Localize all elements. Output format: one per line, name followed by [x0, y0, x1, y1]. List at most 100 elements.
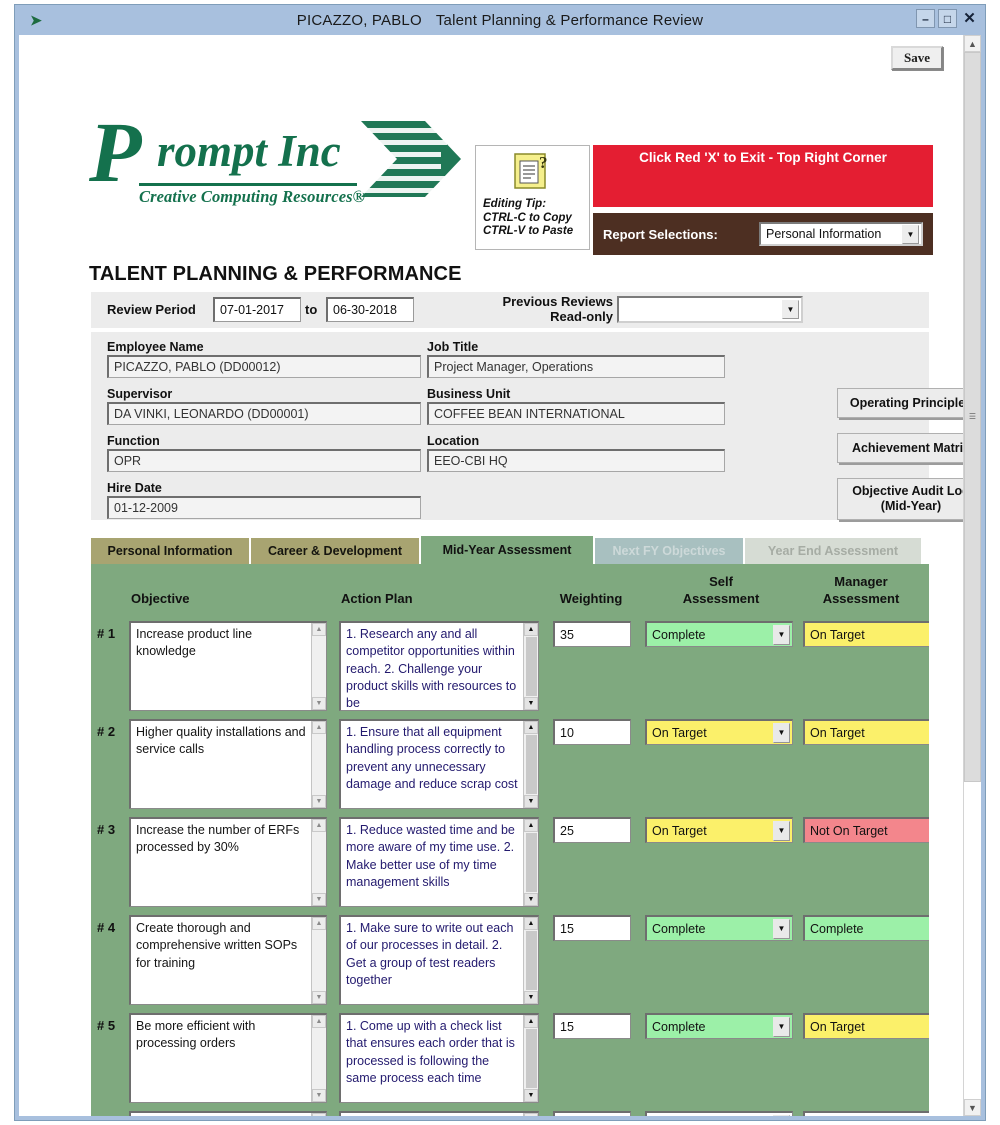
chevron-down-icon[interactable]: ▼	[773, 624, 790, 645]
report-selections-dropdown[interactable]: Personal Information ▼	[759, 222, 923, 246]
objective-scrollbar[interactable]: ▲▼	[311, 623, 326, 710]
self-assessment-dropdown[interactable]: On Target ▼	[645, 719, 793, 745]
objective-textarea[interactable]: Higher quality installations and service…	[129, 719, 327, 809]
action-plan-scrollbar[interactable]: ▲▼	[523, 721, 538, 808]
minimize-button[interactable]: –	[916, 9, 935, 28]
scroll-down-icon[interactable]: ▼	[524, 1089, 538, 1102]
scrollbar-thumb[interactable]	[525, 1029, 537, 1088]
weighting-input[interactable]: 25	[553, 817, 631, 843]
action-plan-scrollbar[interactable]: ▲▼	[523, 819, 538, 906]
objective-textarea[interactable]: Increase the number of ERFs processed by…	[129, 817, 327, 907]
scroll-up-icon[interactable]: ▲	[524, 917, 538, 930]
scroll-down-icon[interactable]: ▼	[312, 1089, 326, 1102]
operating-principles-button[interactable]: Operating Principles	[837, 388, 963, 418]
scroll-down-icon[interactable]: ▼	[524, 697, 538, 710]
review-period-to-input[interactable]: 06-30-2018	[326, 297, 414, 322]
chevron-down-icon[interactable]: ▼	[773, 918, 790, 939]
chevron-down-icon[interactable]: ▼	[773, 820, 790, 841]
scrollbar-thumb[interactable]	[525, 833, 537, 892]
weighting-input[interactable]: 35	[553, 621, 631, 647]
action-plan-textarea[interactable]: 1. Research any and all competitor oppor…	[339, 621, 539, 711]
achievement-matrix-button[interactable]: Achievement Matrix	[837, 433, 963, 463]
scroll-up-icon[interactable]: ▲	[524, 819, 538, 832]
chevron-down-icon[interactable]: ▼	[902, 224, 919, 244]
scrollbar-thumb[interactable]	[525, 931, 537, 990]
scroll-down-icon[interactable]: ▼	[312, 893, 326, 906]
scroll-up-icon[interactable]: ▲	[524, 1113, 538, 1116]
field-value-box[interactable]: COFFEE BEAN INTERNATIONAL	[427, 402, 725, 425]
scroll-up-icon[interactable]: ▲	[312, 1113, 326, 1116]
objective-audit-log-button[interactable]: Objective Audit Log (Mid-Year)	[837, 478, 963, 520]
weighting-input[interactable]: 10	[553, 719, 631, 745]
chevron-down-icon[interactable]: ▼	[782, 300, 799, 319]
self-assessment-dropdown[interactable]: ▼	[645, 1111, 793, 1116]
tab-career-development[interactable]: Career & Development	[251, 538, 419, 564]
scroll-down-icon[interactable]: ▼	[524, 991, 538, 1004]
field-value-box[interactable]: 01-12-2009	[107, 496, 421, 519]
scrollbar-thumb[interactable]	[525, 637, 537, 696]
manager-assessment-dropdown[interactable]: On Target ▼	[803, 719, 929, 745]
chevron-down-icon[interactable]: ▼	[773, 1016, 790, 1037]
scroll-down-icon[interactable]: ▼	[312, 795, 326, 808]
tab-mid-year-assessment[interactable]: Mid-Year Assessment	[421, 536, 593, 564]
scroll-down-icon[interactable]: ▼	[524, 893, 538, 906]
action-plan-textarea[interactable]: 1. Reduce wasted time and be more aware …	[339, 817, 539, 907]
weighting-input[interactable]: 15	[553, 1013, 631, 1039]
self-assessment-dropdown[interactable]: Complete ▼	[645, 1013, 793, 1039]
manager-assessment-dropdown[interactable]: On Target ▼	[803, 1013, 929, 1039]
scroll-down-icon[interactable]: ▼	[312, 991, 326, 1004]
field-value-box[interactable]: OPR	[107, 449, 421, 472]
field-value-box[interactable]: PICAZZO, PABLO (DD00012)	[107, 355, 421, 378]
scroll-up-icon[interactable]: ▲	[312, 623, 326, 636]
objective-textarea[interactable]: Increase product line knowledge ▲ ▼	[129, 621, 327, 711]
manager-assessment-dropdown[interactable]: On Target ▼	[803, 621, 929, 647]
objective-scrollbar[interactable]: ▲▼	[311, 1113, 326, 1116]
field-value-box[interactable]: EEO-CBI HQ	[427, 449, 725, 472]
maximize-button[interactable]: □	[938, 9, 957, 28]
scroll-up-icon[interactable]: ▲	[524, 721, 538, 734]
scroll-up-icon[interactable]: ▲	[312, 1015, 326, 1028]
manager-assessment-dropdown[interactable]: ▼	[803, 1111, 929, 1116]
manager-assessment-dropdown[interactable]: Complete ▼	[803, 915, 929, 941]
action-plan-scrollbar[interactable]: ▲▼	[523, 623, 538, 710]
scroll-up-icon[interactable]: ▲	[524, 623, 538, 636]
scroll-down-icon[interactable]: ▼	[964, 1099, 981, 1116]
objective-scrollbar[interactable]: ▲▼	[311, 721, 326, 808]
close-icon[interactable]: ✕	[960, 9, 979, 28]
weighting-input[interactable]	[553, 1111, 631, 1116]
scroll-up-icon[interactable]: ▲	[312, 819, 326, 832]
save-button[interactable]: Save	[891, 46, 943, 70]
objective-textarea[interactable]: Create thorough and comprehensive writte…	[129, 915, 327, 1005]
self-assessment-dropdown[interactable]: Complete ▼	[645, 621, 793, 647]
action-plan-textarea[interactable]: 1. Ensure that all equipment handling pr…	[339, 719, 539, 809]
action-plan-scrollbar[interactable]: ▲▼	[523, 1015, 538, 1102]
chevron-down-icon[interactable]: ▼	[773, 1114, 790, 1116]
scroll-up-icon[interactable]: ▲	[964, 35, 981, 52]
weighting-input[interactable]: 15	[553, 915, 631, 941]
action-plan-scrollbar[interactable]: ▲▼	[523, 917, 538, 1004]
scroll-up-icon[interactable]: ▲	[312, 721, 326, 734]
field-value-box[interactable]: DA VINKI, LEONARDO (DD00001)	[107, 402, 421, 425]
scroll-up-icon[interactable]: ▲	[312, 917, 326, 930]
review-period-from-input[interactable]: 07-01-2017	[213, 297, 301, 322]
self-assessment-dropdown[interactable]: Complete ▼	[645, 915, 793, 941]
objective-textarea[interactable]: ▲▼	[129, 1111, 327, 1116]
previous-reviews-dropdown[interactable]: ▼	[617, 296, 803, 323]
manager-assessment-dropdown[interactable]: Not On Target ▼	[803, 817, 929, 843]
scroll-down-icon[interactable]: ▼	[312, 697, 326, 710]
objective-textarea[interactable]: Be more efficient with processing orders…	[129, 1013, 327, 1103]
scroll-down-icon[interactable]: ▼	[524, 795, 538, 808]
action-plan-textarea[interactable]: ▲▼	[339, 1111, 539, 1116]
scroll-up-icon[interactable]: ▲	[524, 1015, 538, 1028]
page-scrollbar[interactable]: ▲ ☰ ▼	[963, 35, 981, 1116]
field-value-box[interactable]: Project Manager, Operations	[427, 355, 725, 378]
objective-scrollbar[interactable]: ▲▼	[311, 1015, 326, 1102]
objective-scrollbar[interactable]: ▲▼	[311, 819, 326, 906]
tab-personal-information[interactable]: Personal Information	[91, 538, 249, 564]
action-plan-scrollbar[interactable]: ▲▼	[523, 1113, 538, 1116]
scrollbar-thumb[interactable]	[525, 735, 537, 794]
scrollbar-thumb[interactable]: ☰	[964, 52, 981, 782]
objective-scrollbar[interactable]: ▲▼	[311, 917, 326, 1004]
action-plan-textarea[interactable]: 1. Come up with a check list that ensure…	[339, 1013, 539, 1103]
chevron-down-icon[interactable]: ▼	[773, 722, 790, 743]
